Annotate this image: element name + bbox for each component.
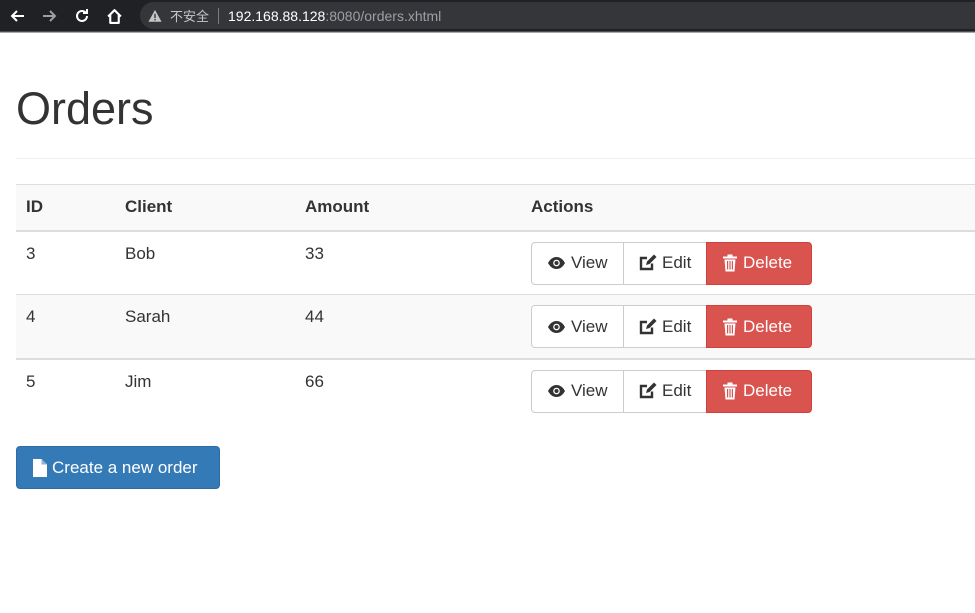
delete-button[interactable]: Delete [706, 241, 812, 285]
column-header-id: ID [16, 184, 115, 232]
edit-label: Edit [662, 253, 692, 272]
browser-toolbar: 不安全 192.168.88.128 :8080/orders.xhtml [0, 0, 975, 32]
reload-icon [76, 9, 88, 22]
toolbar-divider [0, 31, 975, 33]
title-divider [16, 158, 975, 159]
edit-icon [639, 382, 657, 400]
order-client: Jim [115, 358, 295, 423]
table-row: 4 Sarah 44 View Edit Delete [16, 294, 975, 360]
trash-icon [722, 382, 738, 400]
action-button-group: View Edit Delete [531, 241, 812, 285]
address-bar[interactable]: 不安全 192.168.88.128 :8080/orders.xhtml [140, 2, 975, 29]
delete-label: Delete [743, 316, 793, 336]
delete-label: Delete [743, 253, 793, 272]
delete-label: Delete [743, 381, 793, 400]
reload-button[interactable] [66, 0, 98, 32]
edit-label: Edit [662, 381, 692, 400]
insecure-label: 不安全 [170, 10, 210, 25]
edit-icon [639, 318, 657, 336]
order-amount: 66 [295, 358, 521, 423]
order-id: 4 [16, 294, 115, 360]
edit-label: Edit [662, 316, 692, 336]
table-header-row: ID Client Amount Actions [16, 184, 975, 232]
column-header-actions: Actions [521, 184, 975, 232]
warning-icon [148, 9, 162, 22]
eye-icon [547, 320, 566, 334]
view-label: View [571, 381, 608, 400]
order-actions: View Edit Delete [521, 358, 975, 423]
delete-button[interactable]: Delete [706, 305, 812, 348]
order-amount: 33 [295, 230, 521, 295]
trash-icon [722, 254, 738, 272]
action-button-group: View Edit Delete [531, 369, 812, 413]
order-client: Bob [115, 230, 295, 295]
edit-button[interactable]: Edit [623, 369, 707, 413]
order-actions: View Edit Delete [521, 230, 975, 295]
action-button-group: View Edit Delete [531, 305, 812, 348]
view-button[interactable]: View [531, 241, 624, 285]
edit-button[interactable]: Edit [623, 241, 707, 285]
arrow-left-icon [10, 10, 24, 22]
eye-icon [547, 256, 566, 270]
view-label: View [571, 253, 608, 272]
arrow-right-icon [43, 10, 57, 22]
trash-icon [722, 318, 738, 336]
home-button[interactable] [98, 0, 130, 32]
table-row: 5 Jim 66 View Edit Delete [16, 358, 975, 423]
column-header-client: Client [115, 184, 295, 232]
url-separator [218, 7, 220, 24]
edit-button[interactable]: Edit [623, 305, 707, 348]
delete-button[interactable]: Delete [706, 369, 812, 413]
column-header-amount: Amount [295, 184, 521, 232]
order-id: 5 [16, 358, 115, 423]
order-client: Sarah [115, 294, 295, 360]
home-icon [106, 8, 122, 24]
order-id: 3 [16, 230, 115, 295]
eye-icon [547, 384, 566, 398]
forward-button[interactable] [34, 0, 66, 32]
order-amount: 44 [295, 294, 521, 360]
table-row: 3 Bob 33 View Edit Delete [16, 230, 975, 295]
view-button[interactable]: View [531, 369, 624, 413]
back-button[interactable] [0, 0, 34, 32]
file-icon [33, 458, 47, 477]
orders-table: ID Client Amount Actions 3 Bob 33 View E… [16, 184, 975, 423]
view-label: View [571, 316, 608, 336]
url-host: 192.168.88.128 [228, 7, 326, 24]
page-title: Orders [16, 83, 154, 134]
view-button[interactable]: View [531, 305, 624, 348]
edit-icon [639, 254, 657, 272]
create-order-button[interactable]: Create a new order [16, 446, 220, 489]
url-path: :8080/orders.xhtml [325, 7, 442, 24]
order-actions: View Edit Delete [521, 294, 975, 360]
create-order-label: Create a new order [52, 457, 198, 477]
